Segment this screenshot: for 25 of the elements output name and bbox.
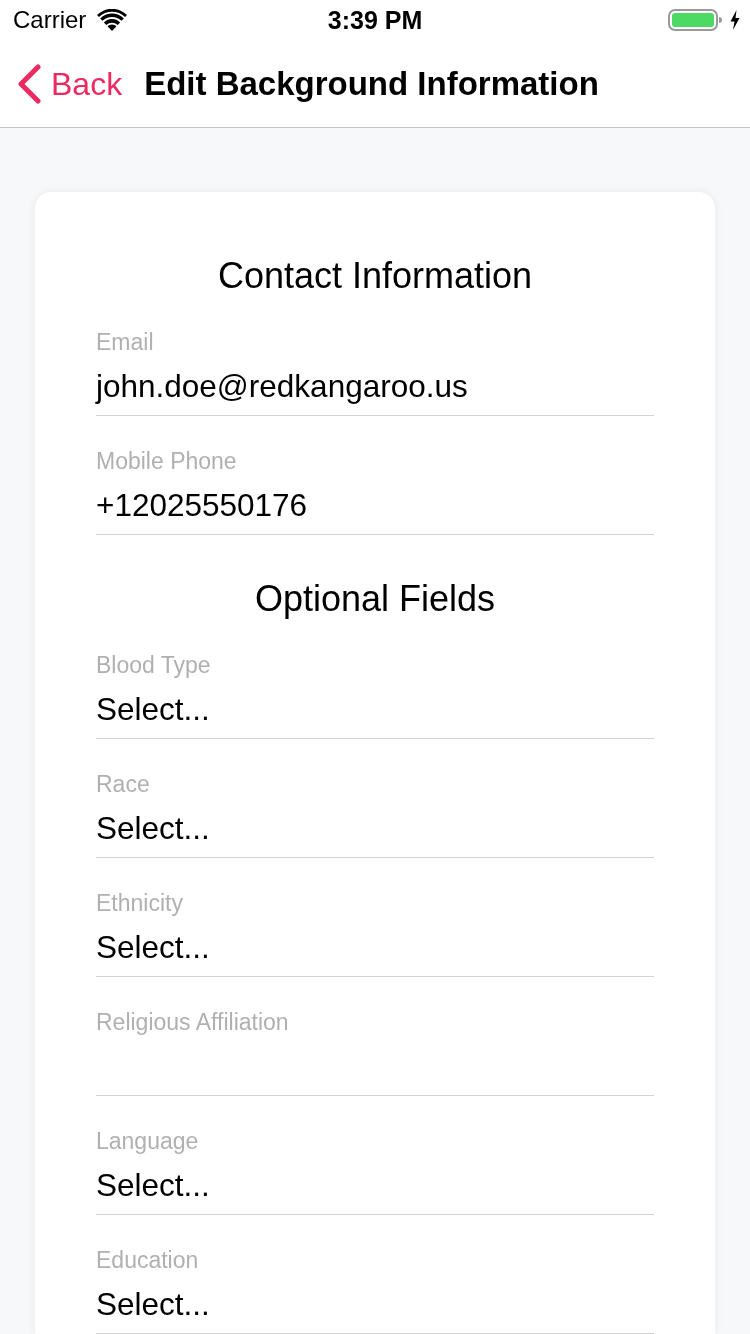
input-field[interactable]: john.doe@redkangaroo.us <box>96 368 654 416</box>
field-label: Language <box>96 1128 199 1154</box>
carrier-label: Carrier <box>13 6 87 34</box>
input-field[interactable]: Select... <box>96 691 654 739</box>
field-label: Blood Type <box>96 652 211 678</box>
field-label: Education <box>96 1247 199 1273</box>
input-field[interactable]: Select... <box>96 1167 654 1215</box>
input-field[interactable]: Select... <box>96 929 654 977</box>
field-label: Religious Affiliation <box>96 1009 289 1035</box>
chevron-left-icon <box>17 63 42 104</box>
section-heading: Contact Information <box>217 255 533 297</box>
field-label: Ethnicity <box>96 890 183 916</box>
field-label: Mobile Phone <box>96 448 237 474</box>
input-field[interactable]: Select... <box>96 1286 654 1334</box>
input-field[interactable]: +12025550176 <box>96 487 654 535</box>
back-button[interactable]: Back <box>17 63 123 104</box>
input-field[interactable]: Select... <box>96 810 654 858</box>
charging-icon <box>730 10 740 30</box>
wifi-icon <box>97 9 128 31</box>
field-label: Race <box>96 771 150 797</box>
status-time: 3:39 PM <box>327 6 423 34</box>
battery-icon <box>668 9 724 31</box>
field-label: Email <box>96 329 154 355</box>
section-heading: Optional Fields <box>254 578 496 620</box>
screen-title: Edit Background Information <box>144 63 599 104</box>
